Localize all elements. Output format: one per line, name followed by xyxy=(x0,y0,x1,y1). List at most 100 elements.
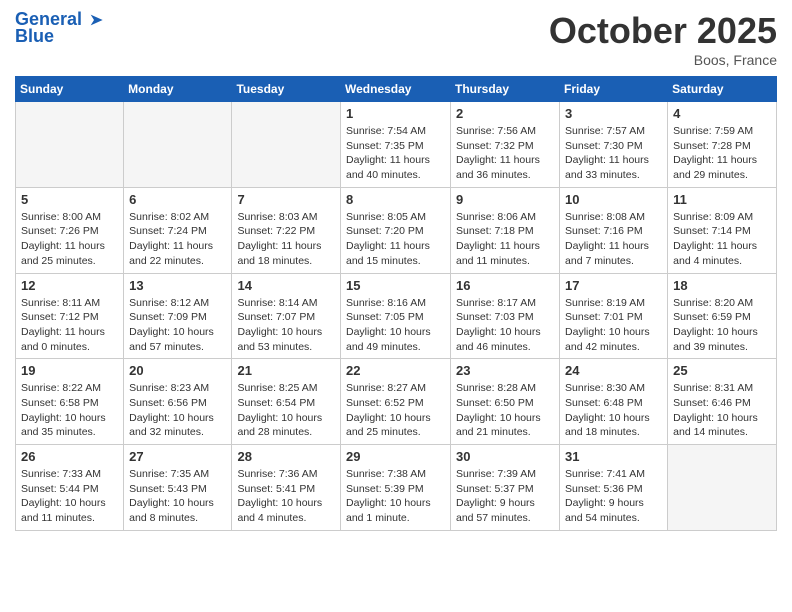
weekday-header: Monday xyxy=(124,77,232,102)
calendar-week-row: 26Sunrise: 7:33 AM Sunset: 5:44 PM Dayli… xyxy=(16,445,777,531)
day-info: Sunrise: 8:23 AM Sunset: 6:56 PM Dayligh… xyxy=(129,381,226,440)
weekday-header: Friday xyxy=(560,77,668,102)
day-number: 12 xyxy=(21,278,118,293)
calendar-cell: 12 Sunrise: 8:11 AM Sunset: 7:12 PM Dayli… xyxy=(16,273,124,359)
day-number: 13 xyxy=(129,278,226,293)
day-info: Sunrise: 8:03 AM Sunset: 7:22 PM Dayligh… xyxy=(237,210,335,269)
calendar-cell: 15 Sunrise: 8:16 AM Sunset: 7:05 PM Dayli… xyxy=(341,273,451,359)
calendar-cell: 24Sunrise: 8:30 AM Sunset: 6:48 PM Dayli… xyxy=(560,359,668,445)
calendar-cell: 30 Sunrise: 7:39 AM Sunset: 5:37 PM Dayli… xyxy=(451,445,560,531)
day-number: 18 xyxy=(673,278,771,293)
calendar-cell: 29 Sunrise: 7:38 AM Sunset: 5:39 PM Dayli… xyxy=(341,445,451,531)
calendar-cell: 26Sunrise: 7:33 AM Sunset: 5:44 PM Dayli… xyxy=(16,445,124,531)
day-number: 5 xyxy=(21,192,118,207)
calendar-cell xyxy=(232,102,341,188)
calendar-cell: 8 Sunrise: 8:05 AM Sunset: 7:20 PM Daylig… xyxy=(341,187,451,273)
calendar-cell: 28Sunrise: 7:36 AM Sunset: 5:41 PM Dayli… xyxy=(232,445,341,531)
calendar-cell: 1Sunrise: 7:54 AM Sunset: 7:35 PM Daylig… xyxy=(341,102,451,188)
calendar-week-row: 5 Sunrise: 8:00 AM Sunset: 7:26 PM Daylig… xyxy=(16,187,777,273)
day-info: Sunrise: 8:05 AM Sunset: 7:20 PM Dayligh… xyxy=(346,210,445,269)
day-info: Sunrise: 8:17 AM Sunset: 7:03 PM Dayligh… xyxy=(456,296,554,355)
day-number: 29 xyxy=(346,449,445,464)
day-info: Sunrise: 7:38 AM Sunset: 5:39 PM Dayligh… xyxy=(346,467,445,526)
calendar-cell: 18 Sunrise: 8:20 AM Sunset: 6:59 PM Dayli… xyxy=(668,273,777,359)
day-info: Sunrise: 7:33 AM Sunset: 5:44 PM Dayligh… xyxy=(21,467,118,526)
calendar-cell: 17 Sunrise: 8:19 AM Sunset: 7:01 PM Dayli… xyxy=(560,273,668,359)
day-number: 31 xyxy=(565,449,662,464)
header: General Blue October 2025 Boos, France xyxy=(15,10,777,68)
day-info: Sunrise: 8:06 AM Sunset: 7:18 PM Dayligh… xyxy=(456,210,554,269)
day-number: 3 xyxy=(565,106,662,121)
day-info: Sunrise: 8:19 AM Sunset: 7:01 PM Dayligh… xyxy=(565,296,662,355)
day-number: 19 xyxy=(21,363,118,378)
calendar-week-row: 12 Sunrise: 8:11 AM Sunset: 7:12 PM Dayli… xyxy=(16,273,777,359)
day-info: Sunrise: 8:09 AM Sunset: 7:14 PM Dayligh… xyxy=(673,210,771,269)
day-info: Sunrise: 7:41 AM Sunset: 5:36 PM Dayligh… xyxy=(565,467,662,526)
calendar-cell: 4Sunrise: 7:59 AM Sunset: 7:28 PM Daylig… xyxy=(668,102,777,188)
day-info: Sunrise: 7:39 AM Sunset: 5:37 PM Dayligh… xyxy=(456,467,554,526)
calendar-cell: 14 Sunrise: 8:14 AM Sunset: 7:07 PM Dayli… xyxy=(232,273,341,359)
calendar-cell: 7 Sunrise: 8:03 AM Sunset: 7:22 PM Daylig… xyxy=(232,187,341,273)
page: General Blue October 2025 Boos, France S… xyxy=(0,0,792,541)
location: Boos, France xyxy=(549,52,777,68)
day-number: 11 xyxy=(673,192,771,207)
day-number: 15 xyxy=(346,278,445,293)
weekday-header: Tuesday xyxy=(232,77,341,102)
calendar-cell: 31 Sunrise: 7:41 AM Sunset: 5:36 PM Dayli… xyxy=(560,445,668,531)
day-info: Sunrise: 8:27 AM Sunset: 6:52 PM Dayligh… xyxy=(346,381,445,440)
weekday-header-row: SundayMondayTuesdayWednesdayThursdayFrid… xyxy=(16,77,777,102)
day-number: 30 xyxy=(456,449,554,464)
day-number: 9 xyxy=(456,192,554,207)
day-number: 1 xyxy=(346,106,445,121)
day-number: 27 xyxy=(129,449,226,464)
day-info: Sunrise: 8:30 AM Sunset: 6:48 PM Dayligh… xyxy=(565,381,662,440)
day-info: Sunrise: 8:16 AM Sunset: 7:05 PM Dayligh… xyxy=(346,296,445,355)
day-info: Sunrise: 8:31 AM Sunset: 6:46 PM Dayligh… xyxy=(673,381,771,440)
calendar-cell: 6 Sunrise: 8:02 AM Sunset: 7:24 PM Daylig… xyxy=(124,187,232,273)
day-info: Sunrise: 8:02 AM Sunset: 7:24 PM Dayligh… xyxy=(129,210,226,269)
calendar-week-row: 19 Sunrise: 8:22 AM Sunset: 6:58 PM Dayli… xyxy=(16,359,777,445)
day-info: Sunrise: 8:20 AM Sunset: 6:59 PM Dayligh… xyxy=(673,296,771,355)
day-number: 7 xyxy=(237,192,335,207)
calendar-cell: 21Sunrise: 8:25 AM Sunset: 6:54 PM Dayli… xyxy=(232,359,341,445)
calendar-cell: 27 Sunrise: 7:35 AM Sunset: 5:43 PM Dayli… xyxy=(124,445,232,531)
calendar-cell: 25 Sunrise: 8:31 AM Sunset: 6:46 PM Dayli… xyxy=(668,359,777,445)
weekday-header: Thursday xyxy=(451,77,560,102)
day-number: 28 xyxy=(237,449,335,464)
day-number: 8 xyxy=(346,192,445,207)
logo-icon xyxy=(84,10,104,30)
calendar-cell xyxy=(16,102,124,188)
month-title: October 2025 xyxy=(549,10,777,52)
calendar-cell: 11 Sunrise: 8:09 AM Sunset: 7:14 PM Dayli… xyxy=(668,187,777,273)
day-info: Sunrise: 8:12 AM Sunset: 7:09 PM Dayligh… xyxy=(129,296,226,355)
day-number: 16 xyxy=(456,278,554,293)
calendar-cell: 19 Sunrise: 8:22 AM Sunset: 6:58 PM Dayli… xyxy=(16,359,124,445)
weekday-header: Saturday xyxy=(668,77,777,102)
day-info: Sunrise: 7:35 AM Sunset: 5:43 PM Dayligh… xyxy=(129,467,226,526)
calendar-cell: 22 Sunrise: 8:27 AM Sunset: 6:52 PM Dayli… xyxy=(341,359,451,445)
day-number: 25 xyxy=(673,363,771,378)
day-info: Sunrise: 8:00 AM Sunset: 7:26 PM Dayligh… xyxy=(21,210,118,269)
title-block: October 2025 Boos, France xyxy=(549,10,777,68)
calendar-cell: 20Sunrise: 8:23 AM Sunset: 6:56 PM Dayli… xyxy=(124,359,232,445)
day-info: Sunrise: 8:14 AM Sunset: 7:07 PM Dayligh… xyxy=(237,296,335,355)
day-info: Sunrise: 8:11 AM Sunset: 7:12 PM Dayligh… xyxy=(21,296,118,355)
calendar-cell: 2Sunrise: 7:56 AM Sunset: 7:32 PM Daylig… xyxy=(451,102,560,188)
day-number: 22 xyxy=(346,363,445,378)
calendar-cell: 23Sunrise: 8:28 AM Sunset: 6:50 PM Dayli… xyxy=(451,359,560,445)
calendar-cell: 9 Sunrise: 8:06 AM Sunset: 7:18 PM Daylig… xyxy=(451,187,560,273)
calendar-cell: 16 Sunrise: 8:17 AM Sunset: 7:03 PM Dayli… xyxy=(451,273,560,359)
day-info: Sunrise: 8:28 AM Sunset: 6:50 PM Dayligh… xyxy=(456,381,554,440)
logo: General Blue xyxy=(15,10,104,47)
day-number: 14 xyxy=(237,278,335,293)
day-info: Sunrise: 8:25 AM Sunset: 6:54 PM Dayligh… xyxy=(237,381,335,440)
day-number: 17 xyxy=(565,278,662,293)
calendar-cell: 5 Sunrise: 8:00 AM Sunset: 7:26 PM Daylig… xyxy=(16,187,124,273)
calendar-week-row: 1Sunrise: 7:54 AM Sunset: 7:35 PM Daylig… xyxy=(16,102,777,188)
day-info: Sunrise: 8:08 AM Sunset: 7:16 PM Dayligh… xyxy=(565,210,662,269)
day-info: Sunrise: 7:56 AM Sunset: 7:32 PM Dayligh… xyxy=(456,124,554,183)
day-info: Sunrise: 8:22 AM Sunset: 6:58 PM Dayligh… xyxy=(21,381,118,440)
weekday-header: Wednesday xyxy=(341,77,451,102)
day-number: 4 xyxy=(673,106,771,121)
day-number: 6 xyxy=(129,192,226,207)
